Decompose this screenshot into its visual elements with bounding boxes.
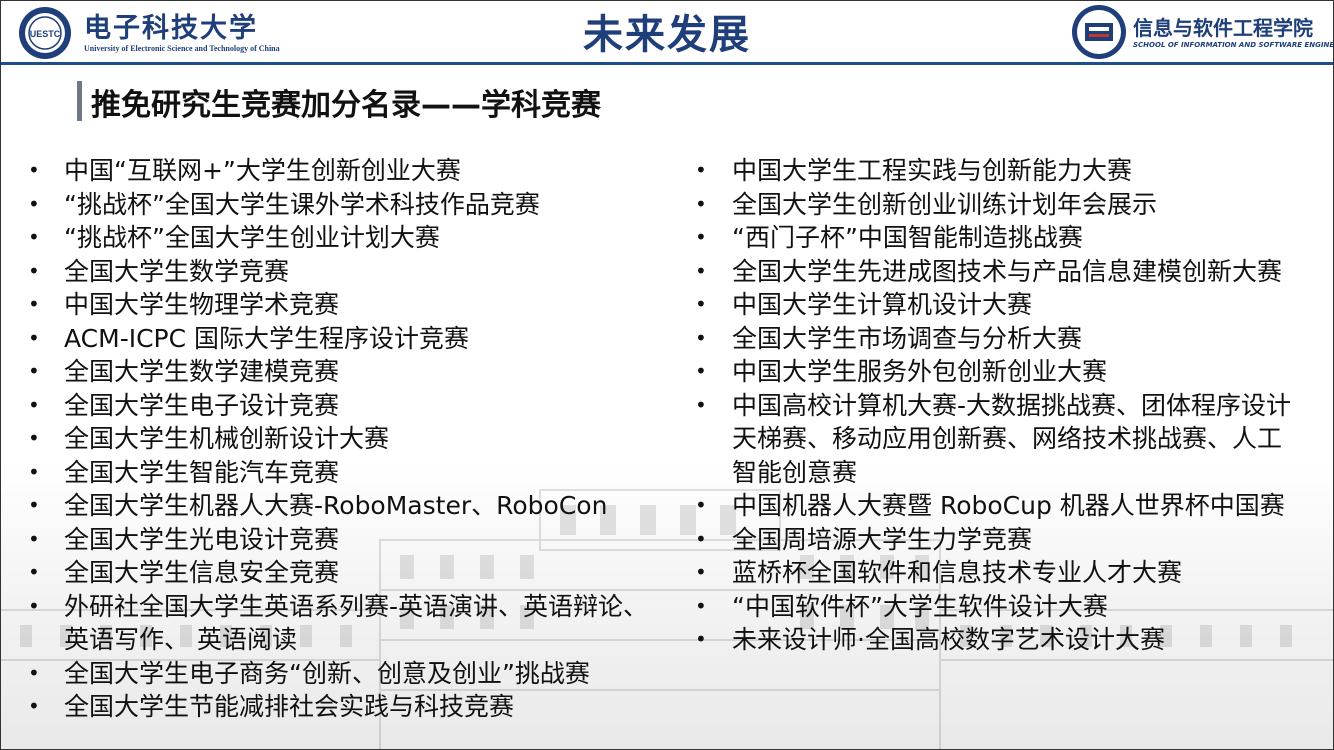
school-logo-icon — [1072, 5, 1126, 59]
slide-header: UESTC 电子科技大学 University of Electronic Sc… — [0, 0, 1334, 65]
list-item: 中国大学生物理学术竞赛 — [28, 288, 664, 322]
list-item: 中国大学生工程实践与创新能力大赛 — [695, 154, 1302, 188]
school-name: 信息与软件工程学院 — [1133, 16, 1313, 40]
list-item: “中国软件杯”大学生软件设计大赛 — [695, 590, 1302, 624]
list-item: 全国大学生创新创业训练计划年会展示 — [695, 188, 1302, 222]
list-item: 外研社全国大学生英语系列赛-英语演讲、英语辩论、英语写作、 英语阅读 — [28, 590, 664, 657]
list-item: 全国大学生智能汽车竞赛 — [28, 456, 664, 490]
list-item: “西门子杯”中国智能制造挑战赛 — [695, 221, 1302, 255]
list-item: 全国大学生市场调查与分析大赛 — [695, 322, 1302, 356]
school-english-name: SCHOOL OF INFORMATION AND SOFTWARE ENGIN… — [1133, 41, 1334, 49]
list-item: “挑战杯”全国大学生课外学术科技作品竞赛 — [28, 188, 664, 222]
list-item: “挑战杯”全国大学生创业计划大赛 — [28, 221, 664, 255]
list-item: 中国高校计算机大赛-大数据挑战赛、团体程序设计天梯赛、移动应用创新赛、网络技术挑… — [695, 389, 1302, 490]
list-item: 全国大学生光电设计竞赛 — [28, 523, 664, 557]
section-heading: 推免研究生竞赛加分名录——学科竞赛 — [91, 88, 601, 123]
list-item: 中国大学生计算机设计大赛 — [695, 288, 1302, 322]
list-item: 全国大学生数学竞赛 — [28, 255, 664, 289]
list-item: 蓝桥杯全国软件和信息技术专业人才大赛 — [695, 556, 1302, 590]
list-item: 全国大学生机器人大赛-RoboMaster、RoboCon — [28, 489, 664, 523]
list-item: 全国大学生信息安全竞赛 — [28, 556, 664, 590]
list-item: 中国大学生服务外包创新创业大赛 — [695, 355, 1302, 389]
list-item: 全国大学生电子设计竞赛 — [28, 389, 664, 423]
list-item: 全国大学生机械创新设计大赛 — [28, 422, 664, 456]
list-item: 未来设计师·全国高校数字艺术设计大赛 — [695, 623, 1302, 657]
list-item: 全国大学生先进成图技术与产品信息建模创新大赛 — [695, 255, 1302, 289]
slide: UESTC 电子科技大学 University of Electronic Sc… — [0, 0, 1334, 750]
list-item: 全国大学生节能减排社会实践与科技竞赛 — [28, 690, 664, 724]
list-item: 中国“互联网+”大学生创新创业大赛 — [28, 154, 664, 188]
list-item: 全国大学生数学建模竞赛 — [28, 355, 664, 389]
competition-list-left: 中国“互联网+”大学生创新创业大赛 “挑战杯”全国大学生课外学术科技作品竞赛 “… — [28, 154, 664, 724]
list-item: 全国大学生电子商务“创新、创意及创业”挑战赛 — [28, 657, 664, 691]
competition-list-right: 中国大学生工程实践与创新能力大赛 全国大学生创新创业训练计划年会展示 “西门子杯… — [695, 154, 1302, 657]
list-item: ACM-ICPC 国际大学生程序设计竞赛 — [28, 322, 664, 356]
list-item: 全国周培源大学生力学竞赛 — [695, 523, 1302, 557]
heading-accent-bar — [77, 81, 82, 121]
list-item: 中国机器人大赛暨 RoboCup 机器人世界杯中国赛 — [695, 489, 1302, 523]
